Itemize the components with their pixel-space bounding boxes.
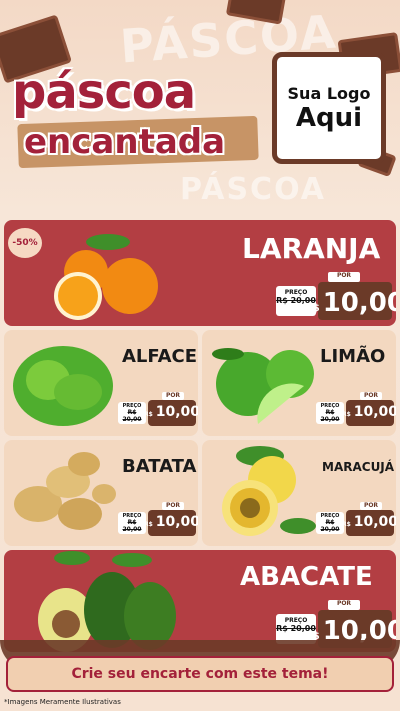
product-name: LIMÃO <box>320 346 386 367</box>
discount-badge: -50% <box>8 228 42 258</box>
old-price: PREÇO R$ 20,00 <box>118 512 146 534</box>
avocado-icon <box>38 551 176 652</box>
new-price: R$ 10,00 <box>342 400 396 426</box>
product-card-maracuja: MARACUJÁ POR PREÇO R$ 20,00 R$ 10,00 <box>202 440 396 546</box>
por-label: POR <box>328 600 360 610</box>
price-tag: POR PREÇO R$ 20,00 R$ 10,00 <box>118 392 198 428</box>
currency: R$ <box>143 411 153 418</box>
price-value: 10,00 <box>353 514 396 530</box>
por-label: POR <box>360 502 382 510</box>
product-name: BATATA <box>122 456 197 477</box>
old-price: PREÇO R$ 20,00 <box>118 402 146 424</box>
preco-label: PREÇO <box>284 617 308 624</box>
old-price: PREÇO R$ 20,00 <box>316 512 344 534</box>
currency: R$ <box>341 521 351 528</box>
currency: R$ <box>341 411 351 418</box>
por-label: POR <box>162 392 184 400</box>
cta-button[interactable]: Crie seu encarte com este tema! <box>6 656 394 692</box>
orange-icon <box>54 234 158 320</box>
currency: R$ <box>305 303 320 314</box>
product-card-limao: LIMÃO POR PREÇO R$ 20,00 R$ 10,00 <box>202 330 396 436</box>
product-card-batata: BATATA POR PREÇO R$ 20,00 R$ 10,00 <box>4 440 198 546</box>
watermark-mid: PÁSCOA <box>180 172 326 207</box>
preco-label: PREÇO <box>284 289 308 296</box>
old-price-value: R$ 20,00 <box>320 519 340 533</box>
title-logo: páscoa encantada <box>6 60 266 170</box>
product-card-alface: ALFACE POR PREÇO R$ 20,00 R$ 10,00 <box>4 330 198 436</box>
lettuce-icon <box>13 346 113 426</box>
por-label: POR <box>328 272 360 282</box>
page-subtitle: encantada <box>24 122 226 162</box>
new-price: R$ 10,00 <box>342 510 396 536</box>
disclaimer-text: *Imagens Meramente Ilustrativas <box>4 698 121 706</box>
new-price: R$ 10,00 <box>305 282 396 320</box>
price-value: 10,00 <box>155 404 198 420</box>
product-name: ABACATE <box>240 562 373 592</box>
logo-line-2: Aqui <box>295 102 363 133</box>
old-price-value: R$ 20,00 <box>122 519 142 533</box>
price-value: 10,00 <box>353 404 396 420</box>
flyer-page: PÁSCOA PÁSCOA páscoa encantada Sua Logo … <box>0 0 400 711</box>
old-price-value: R$ 20,00 <box>320 409 340 423</box>
lime-icon <box>212 348 314 424</box>
new-price: R$ 10,00 <box>144 510 198 536</box>
por-label: POR <box>360 392 382 400</box>
product-name: LARANJA <box>242 232 381 265</box>
product-name: ALFACE <box>122 346 198 367</box>
passion-fruit-icon <box>222 446 316 536</box>
price-tag: POR PREÇO R$ 20,00 R$ 10,00 <box>118 502 198 538</box>
currency: R$ <box>143 521 153 528</box>
por-label: POR <box>162 502 184 510</box>
price-tag: POR PREÇO R$ 20,00 R$ 10,00 <box>276 272 396 322</box>
old-price-value: R$ 20,00 <box>122 409 142 423</box>
old-price: PREÇO R$ 20,00 <box>316 402 344 424</box>
page-title: páscoa <box>12 64 196 120</box>
price-value: 10,00 <box>322 288 396 318</box>
price-tag: POR PREÇO R$ 20,00 R$ 10,00 <box>316 502 396 538</box>
new-price: R$ 10,00 <box>144 400 198 426</box>
price-value: 10,00 <box>155 514 198 530</box>
product-card-laranja: LARANJA POR PREÇO R$ 20,00 R$ 10,00 <box>4 220 396 326</box>
potato-icon <box>14 452 116 530</box>
product-card-abacate: ABACATE POR PREÇO R$ 20,00 R$ 10,00 <box>4 550 396 652</box>
price-tag: POR PREÇO R$ 20,00 R$ 10,00 <box>316 392 396 428</box>
logo-line-1: Sua Logo <box>287 83 371 103</box>
product-name: MARACUJÁ <box>322 460 395 474</box>
logo-placeholder: Sua Logo Aqui <box>272 52 386 164</box>
